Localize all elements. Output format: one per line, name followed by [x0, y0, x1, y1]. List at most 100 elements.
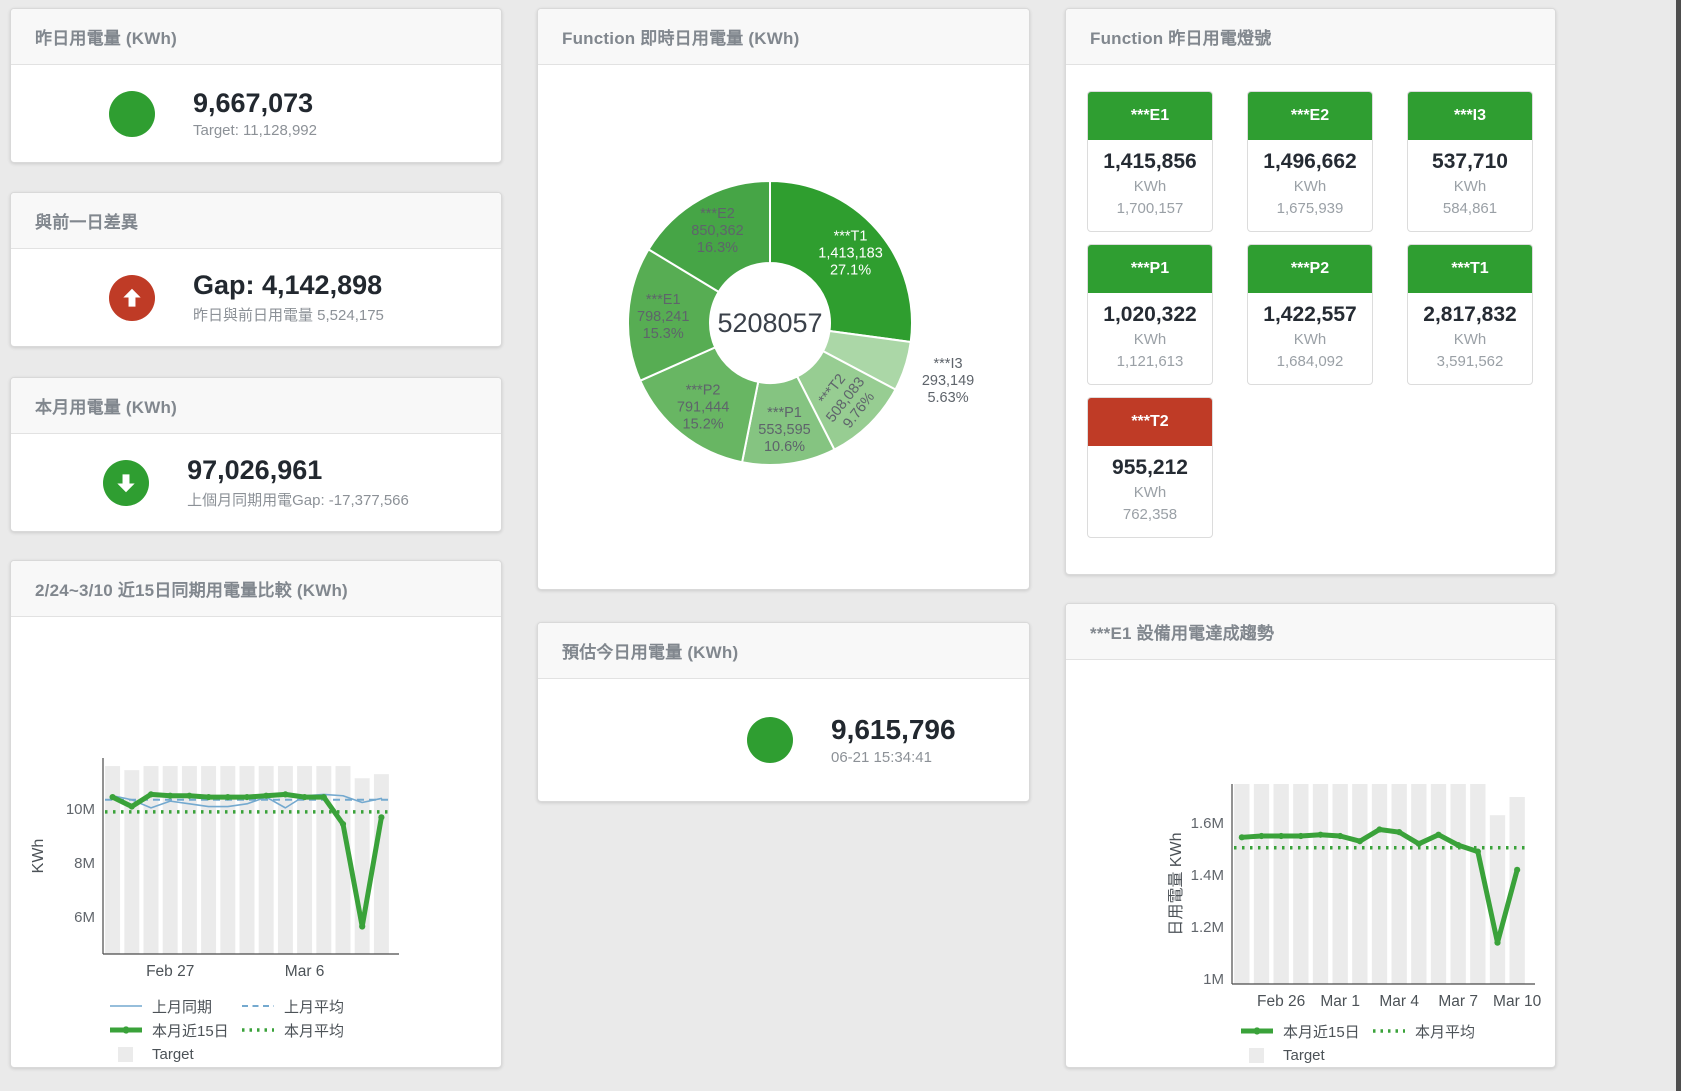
panel-title: 預估今日用電量 (KWh) — [562, 638, 738, 663]
gap-sub: 昨日與前日用電量 5,524,175 — [193, 304, 403, 325]
light-tile-T1: ***T1 2,817,832KWh3,591,562 — [1407, 244, 1533, 385]
target-bar — [1450, 784, 1465, 984]
series-point — [206, 794, 212, 800]
panel-header: 與前一日差異 — [11, 193, 501, 249]
x-tick-label: Mar 4 — [1379, 993, 1419, 1010]
tile-target-value: 1,684,092 — [1248, 351, 1372, 373]
y-axis-label: 日用電量 KWh — [1168, 832, 1185, 935]
target-bar — [1332, 784, 1347, 984]
legend-label: 本月平均 — [284, 1020, 344, 1041]
legend-label: Target — [152, 1046, 194, 1063]
panel-estimate-today: 預估今日用電量 (KWh) 9,615,796 06-21 15:34:41 — [537, 622, 1030, 802]
series-point — [1435, 832, 1441, 838]
legend-item-上月同期[interactable]: 上月同期 — [108, 996, 240, 1017]
estimate-timestamp: 06-21 15:34:41 — [831, 749, 991, 766]
gap-value: Gap: 4,142,898 — [193, 270, 403, 301]
tile-unit: KWh — [1088, 482, 1212, 504]
light-tile-P1: ***P11,020,322KWh1,121,613 — [1087, 244, 1213, 385]
tile-value: 1,020,322 — [1088, 300, 1212, 329]
chart-compare-svg: 6M8M10MKWhFeb 27Mar 6 — [11, 617, 502, 985]
legend-label: 上月同期 — [152, 996, 212, 1017]
x-tick-label: Mar 7 — [1438, 993, 1478, 1010]
panel-15day-compare-chart: 2/24~3/10 近15日同期用電量比較 (KWh) 6M8M10MKWhFe… — [10, 560, 502, 1068]
scrollbar[interactable] — [1676, 0, 1681, 1091]
panel-month-usage: 本月用電量 (KWh) 97,026,961 上個月同期用電Gap: -17,3… — [10, 377, 502, 532]
target-bar — [1234, 784, 1249, 984]
legend-swatch-icon — [240, 998, 276, 1014]
legend-swatch-icon — [1239, 1047, 1275, 1063]
panel-realtime-donut: Function 即時日用電量 (KWh) ***T11,413,18327.1… — [537, 8, 1030, 590]
legend-swatch-icon — [108, 1046, 144, 1062]
yesterday-usage-value: 9,667,073 — [193, 88, 403, 119]
tile-target-value: 762,358 — [1088, 504, 1212, 526]
donut-chart: ***T11,413,18327.1%***I3293,1495.63%***T… — [538, 65, 1029, 590]
tile-status-header: ***T1 — [1408, 245, 1532, 293]
light-tile-T2: ***T2 955,212KWh762,358 — [1087, 397, 1213, 538]
tile-status-header: ***T2 — [1088, 398, 1212, 446]
x-tick-label: Mar 1 — [1320, 993, 1360, 1010]
series-point — [167, 793, 173, 799]
light-tile-E1: ***E11,415,856KWh1,700,157 — [1087, 91, 1213, 232]
tile-status-header: ***I3 — [1408, 92, 1532, 140]
x-tick-label: Feb 26 — [1257, 993, 1305, 1010]
series-point — [244, 794, 250, 800]
legend-swatch-icon — [108, 1022, 144, 1038]
tile-unit: KWh — [1248, 329, 1372, 351]
tile-target-value: 584,861 — [1408, 198, 1532, 220]
y-axis-label: KWh — [30, 839, 47, 874]
tile-unit: KWh — [1088, 176, 1212, 198]
estimate-value: 9,615,796 — [831, 714, 991, 746]
legend-label: 本月近15日 — [152, 1020, 229, 1041]
panel-header: Function 昨日用電燈號 — [1066, 9, 1555, 65]
series-point — [148, 791, 154, 797]
series-point — [1337, 833, 1343, 839]
series-point — [359, 923, 365, 929]
legend-swatch-icon — [240, 1022, 276, 1038]
series-point — [1357, 838, 1363, 844]
panel-yesterday-lights: Function 昨日用電燈號 ***E11,415,856KWh1,700,1… — [1065, 8, 1556, 575]
status-circle-green-icon — [109, 91, 155, 137]
target-bar — [1254, 784, 1269, 984]
legend-item-本月近15日[interactable]: 本月近15日 — [1239, 1021, 1371, 1042]
month-usage-gap: 上個月同期用電Gap: -17,377,566 — [187, 489, 409, 510]
series-point — [1258, 833, 1264, 839]
x-tick-label: Mar 6 — [285, 963, 325, 980]
legend-label: Target — [1283, 1047, 1325, 1064]
legend-item-本月平均[interactable]: 本月平均 — [1371, 1021, 1503, 1042]
target-bar — [1293, 784, 1308, 984]
status-circle-green-icon — [747, 717, 793, 763]
panel-yesterday-usage: 昨日用電量 (KWh) 9,667,073 Target: 11,128,992 — [10, 8, 502, 163]
panel-title: Function 即時日用電量 (KWh) — [562, 24, 799, 49]
compare-chart: 6M8M10MKWhFeb 27Mar 6 — [11, 617, 501, 990]
y-tick-label: 10M — [66, 801, 95, 818]
light-tiles-grid: ***E11,415,856KWh1,700,157***E21,496,662… — [1066, 65, 1555, 538]
tile-value: 2,817,832 — [1408, 300, 1532, 329]
light-tile-I3: ***I3537,710KWh584,861 — [1407, 91, 1533, 232]
donut-slice-label: ***I3293,1495.63% — [922, 356, 974, 406]
y-tick-label: 6M — [74, 909, 95, 926]
tile-status-header: ***P2 — [1248, 245, 1372, 293]
panel-header: 本月用電量 (KWh) — [11, 378, 501, 434]
series-point — [1376, 826, 1382, 832]
tile-unit: KWh — [1408, 329, 1532, 351]
series-point — [1298, 833, 1304, 839]
series-point — [282, 791, 288, 797]
legend-item-上月平均[interactable]: 上月平均 — [240, 996, 372, 1017]
legend-item-本月平均[interactable]: 本月平均 — [240, 1020, 372, 1041]
legend-item-Target[interactable]: Target — [1239, 1047, 1371, 1064]
target-bar — [1411, 784, 1426, 984]
legend-item-Target[interactable]: Target — [108, 1046, 240, 1063]
trend-chart: 1M1.2M1.4M1.6M日用電量 KWhFeb 26Mar 1Mar 4Ma… — [1066, 660, 1555, 1015]
target-bar — [1431, 784, 1446, 984]
tile-target-value: 3,591,562 — [1408, 351, 1532, 373]
series-point — [186, 793, 192, 799]
legend-label: 上月平均 — [284, 996, 344, 1017]
legend-item-本月近15日[interactable]: 本月近15日 — [108, 1020, 240, 1041]
legend-label: 本月近15日 — [1283, 1021, 1360, 1042]
panel-gap-previous-day: 與前一日差異 Gap: 4,142,898 昨日與前日用電量 5,524,175 — [10, 192, 502, 347]
panel-e1-trend-chart: ***E1 設備用電達成趨勢 1M1.2M1.4M1.6M日用電量 KWhFeb… — [1065, 603, 1556, 1068]
tile-value: 955,212 — [1088, 453, 1212, 482]
target-bar — [124, 770, 139, 954]
panel-title: 本月用電量 (KWh) — [35, 393, 177, 418]
target-bar — [1372, 784, 1387, 984]
